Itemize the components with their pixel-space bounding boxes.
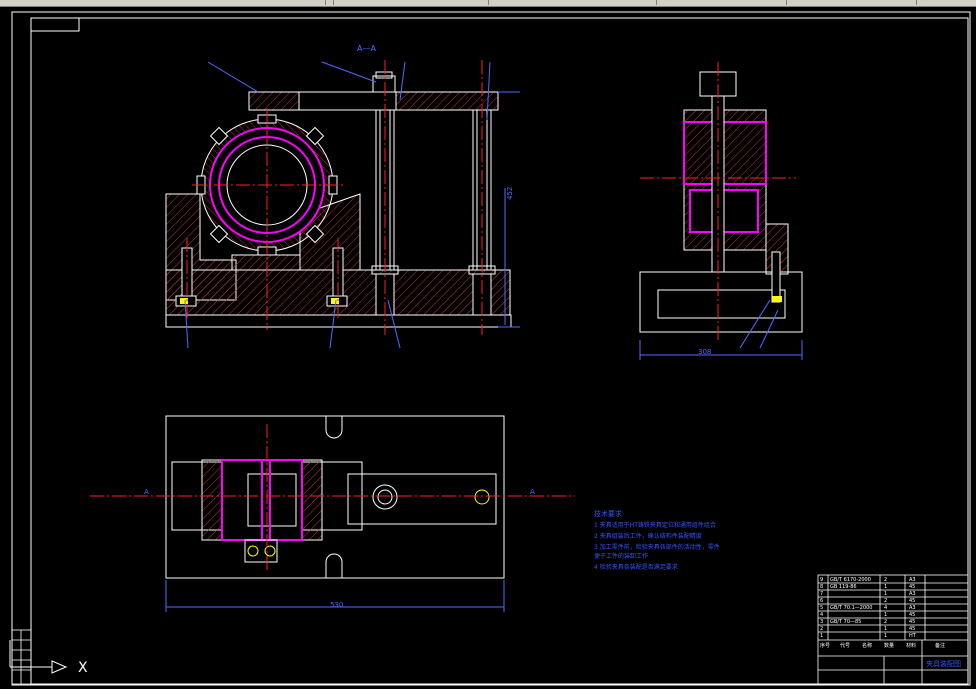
svg-text:GB/T 70.1—2000: GB/T 70.1—2000 (830, 605, 873, 611)
section-mark-right: A (530, 488, 535, 496)
slot-top (325, 416, 343, 439)
plan-view: 530 A A (90, 415, 575, 612)
svg-text:4: 4 (884, 605, 887, 611)
toolbar-segment[interactable] (786, 0, 917, 5)
svg-text:数量: 数量 (884, 642, 894, 649)
svg-text:45: 45 (909, 612, 915, 618)
svg-text:1: 1 (884, 584, 887, 590)
svg-text:2: 2 (884, 598, 887, 604)
svg-text:45: 45 (909, 626, 915, 632)
plan-clamp-bar (347, 473, 497, 525)
dim-side-width: 308 (698, 348, 711, 356)
front-view: A—A 452 (165, 44, 520, 349)
toolbar-segment[interactable] (656, 0, 787, 5)
side-view: 308 (639, 62, 803, 360)
svg-text:A3: A3 (909, 605, 916, 611)
ucs-x-label: X (78, 660, 88, 676)
tech-req-item: 3 加工零件前，检验夹具各部件的活动性，零件 (594, 543, 720, 551)
plan-nut (372, 484, 398, 510)
svg-text:序号: 序号 (820, 642, 830, 649)
svg-text:6: 6 (820, 598, 823, 604)
tech-req-item: 1 夹具适用于HT铸铁夹具定位和通用组件组合 (594, 521, 716, 529)
svg-text:备注: 备注 (935, 642, 945, 649)
title-block-text: 9 GB/T 6170-2000 2 A3 8 GB 119-86 1 45 7… (820, 577, 945, 649)
svg-text:HT: HT (909, 633, 917, 639)
svg-text:5: 5 (820, 605, 823, 611)
dim-front-height: 452 (506, 187, 514, 200)
svg-text:GB/T 6170-2000: GB/T 6170-2000 (830, 577, 871, 583)
technical-requirements: 技术要求 1 夹具适用于HT铸铁夹具定位和通用组件组合 2 夹具组装后工件，确认… (594, 509, 720, 571)
svg-text:材料: 材料 (906, 642, 916, 649)
svg-text:1: 1 (884, 612, 887, 618)
svg-text:代号: 代号 (840, 642, 850, 649)
tech-req-title: 技术要求 (594, 509, 622, 518)
svg-text:2: 2 (820, 626, 823, 632)
dim-plan-width: 530 (330, 601, 343, 609)
tech-req-item: 4 检验夹具各装配是否满足要求 (594, 563, 678, 571)
pin-symbol-left (247, 545, 259, 557)
svg-text:7: 7 (820, 591, 823, 597)
svg-text:8: 8 (820, 584, 823, 590)
svg-text:9: 9 (820, 577, 823, 583)
inner-border (30, 17, 969, 685)
svg-text:45: 45 (909, 598, 915, 604)
svg-text:1: 1 (884, 626, 887, 632)
tech-req-item: 2 夹具组装后工件，确认结构件装配精度 (594, 532, 702, 540)
section-label: A—A (357, 44, 376, 53)
revision-strip (11, 629, 32, 685)
svg-text:45: 45 (909, 584, 915, 590)
svg-text:名称: 名称 (862, 642, 872, 649)
ucs-icon (9, 640, 68, 674)
toolbar-segment[interactable] (488, 0, 657, 5)
svg-text:1: 1 (820, 633, 823, 639)
slot-bottom (325, 553, 343, 578)
svg-text:45: 45 (909, 619, 915, 625)
svg-text:GB/T 70—85: GB/T 70—85 (830, 619, 861, 625)
cad-drawing-canvas[interactable]: A—A 452 308 530 A A 技术要求 1 夹具适用于HT铸铁夹具定位… (0, 6, 976, 689)
tech-req-item: 便于工件的装卸工作 (594, 552, 648, 560)
svg-text:GB 119-86: GB 119-86 (830, 584, 857, 590)
drawing-name: 夹具装配图 (926, 659, 961, 668)
svg-text:2: 2 (884, 577, 887, 583)
toolbar-segment[interactable] (333, 0, 489, 5)
svg-text:1: 1 (884, 633, 887, 639)
svg-text:4: 4 (820, 612, 823, 618)
toolbar-segment[interactable] (0, 0, 326, 5)
svg-text:1: 1 (884, 591, 887, 597)
svg-text:A3: A3 (909, 577, 916, 583)
svg-text:2: 2 (884, 619, 887, 625)
svg-text:A3: A3 (909, 591, 916, 597)
svg-text:3: 3 (820, 619, 823, 625)
section-mark-left: A (144, 488, 149, 496)
corner-label-box (30, 17, 80, 32)
